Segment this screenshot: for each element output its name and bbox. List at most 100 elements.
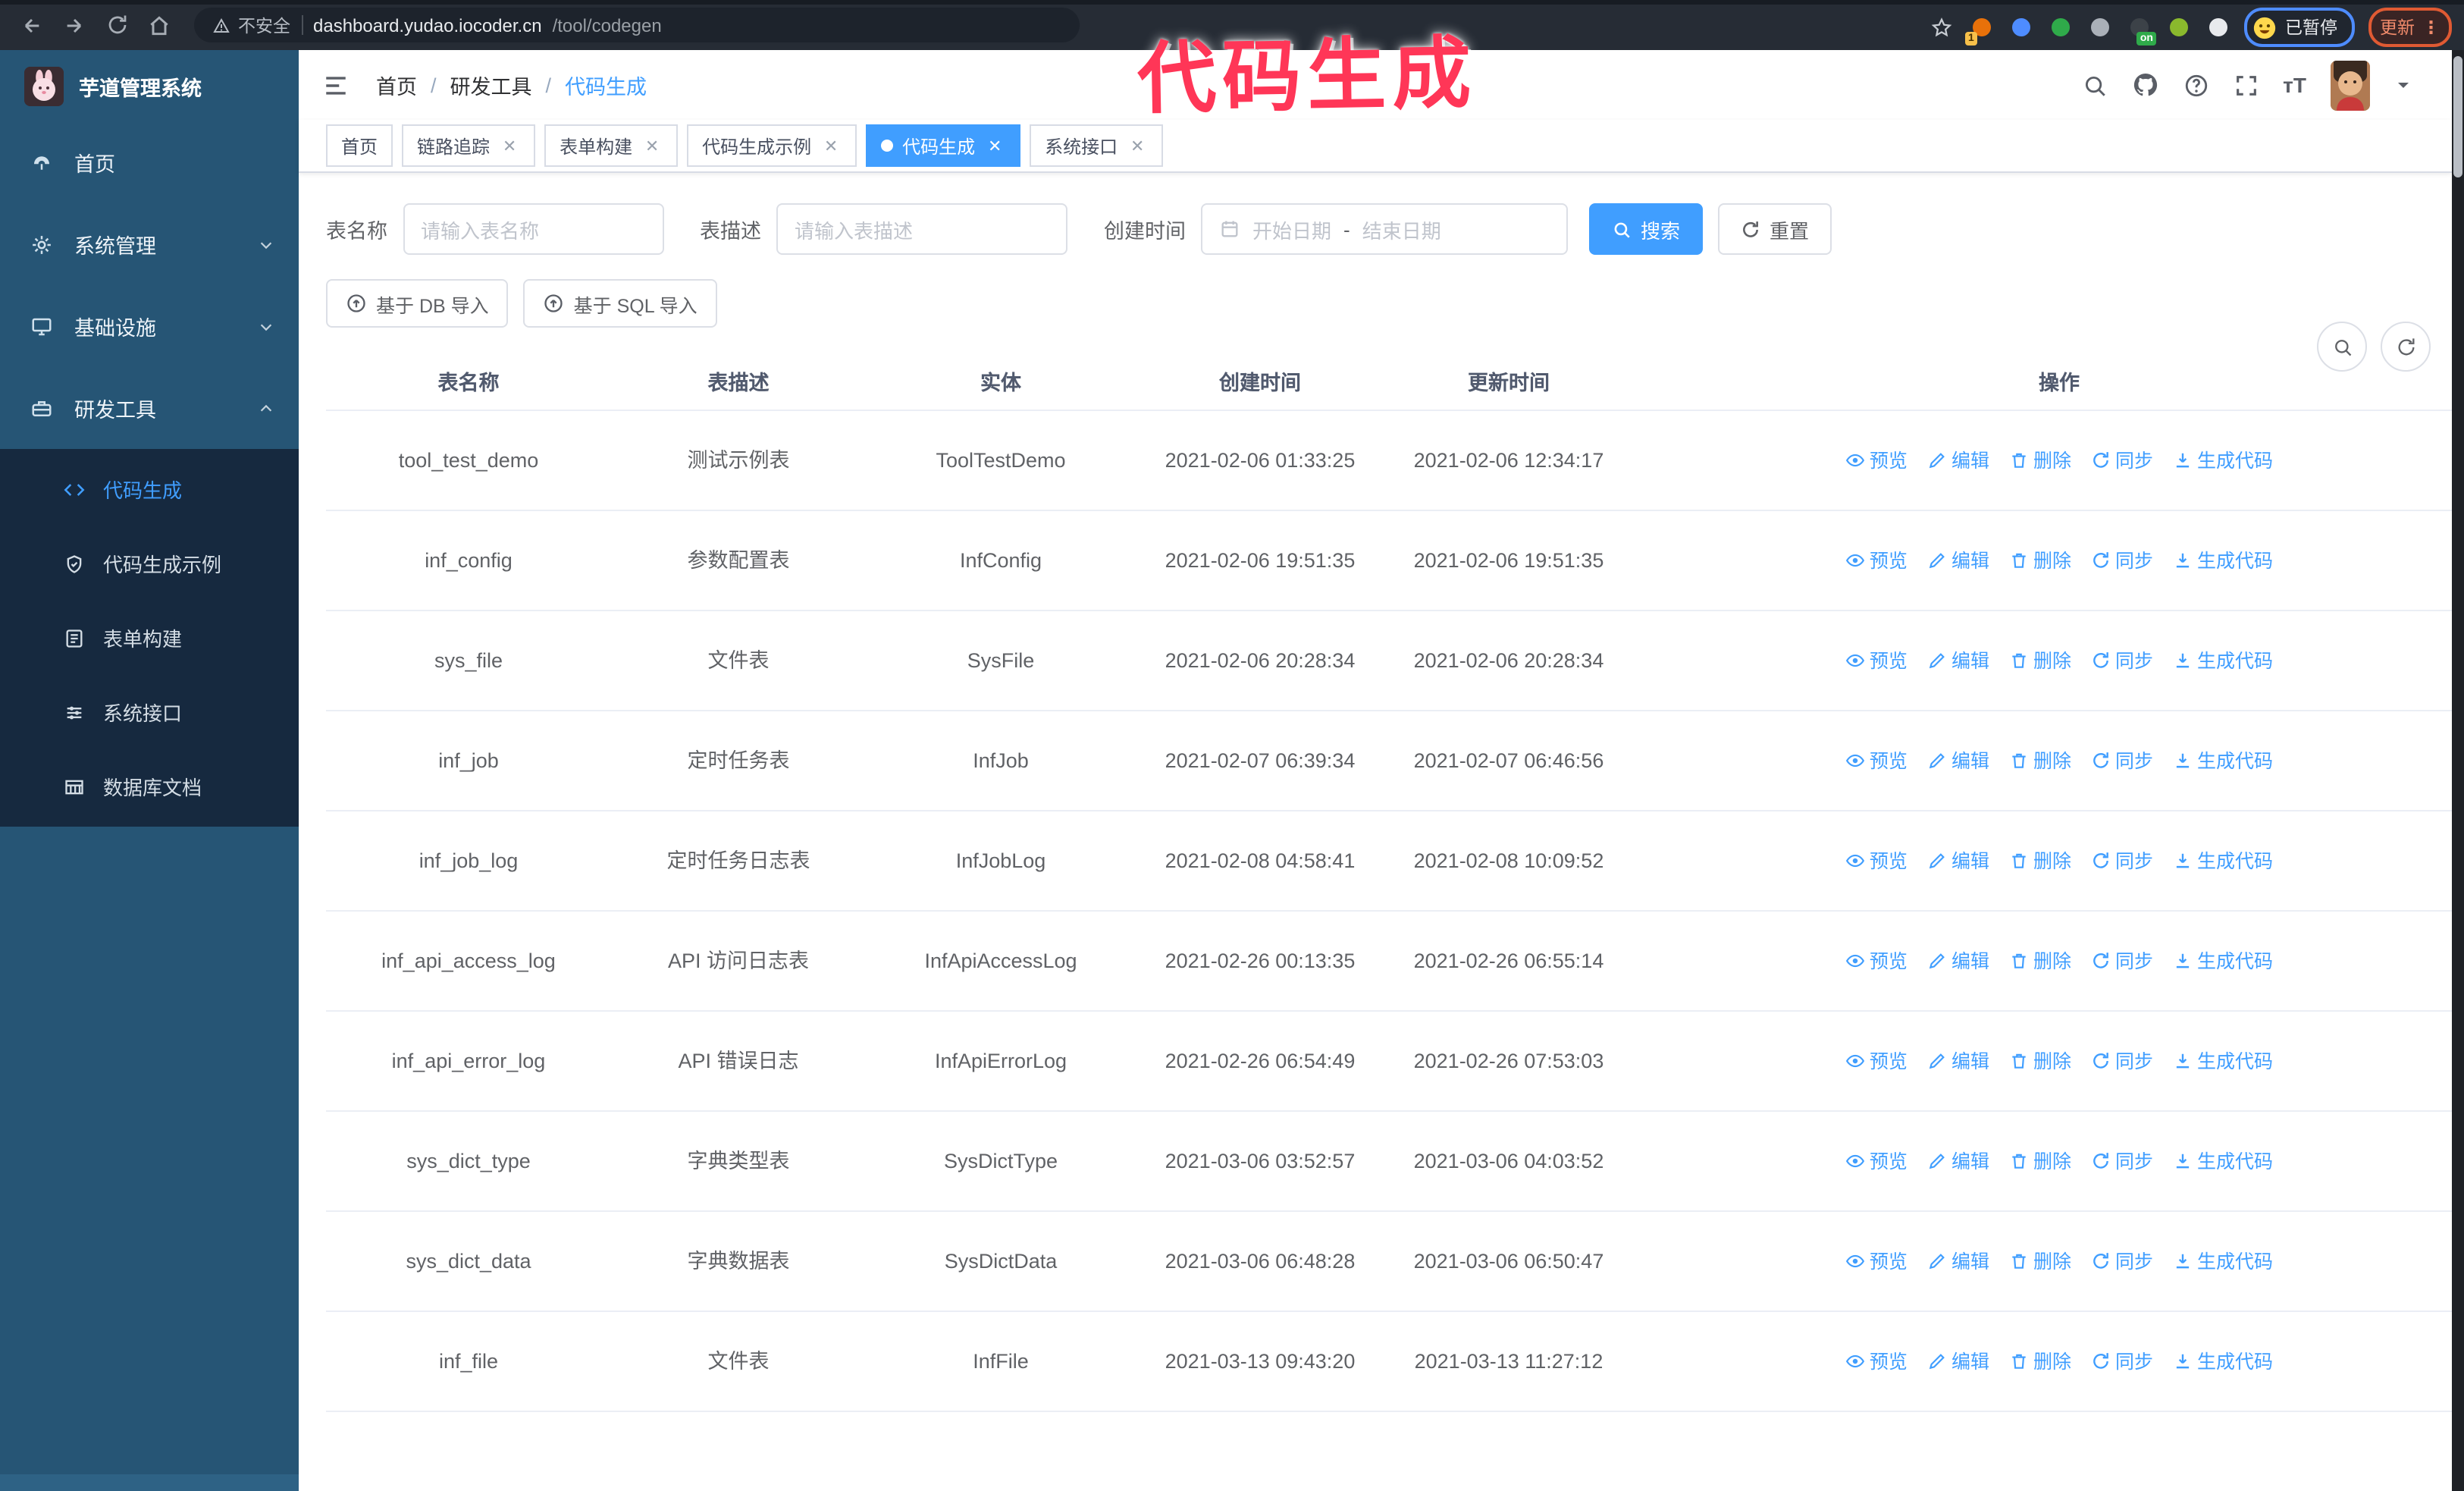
预览-button[interactable]: 预览 xyxy=(1845,1146,1908,1176)
import-db-button[interactable]: 基于 DB 导入 xyxy=(326,279,509,328)
ext-puzzle-icon[interactable] xyxy=(2205,14,2230,40)
ext-blue-gem-icon[interactable] xyxy=(2008,14,2033,40)
同步-button[interactable]: 同步 xyxy=(2091,1346,2153,1376)
tab-代码生成[interactable]: 代码生成 ✕ xyxy=(866,124,1021,167)
app-logo[interactable]: 芋道管理系统 xyxy=(0,50,299,121)
生成代码-button[interactable]: 生成代码 xyxy=(2173,445,2273,476)
删除-button[interactable]: 删除 xyxy=(2009,1146,2071,1176)
tab-代码生成示例[interactable]: 代码生成示例 ✕ xyxy=(687,124,857,167)
browser-forward-icon[interactable] xyxy=(61,11,88,39)
breadcrumb-home[interactable]: 首页 xyxy=(376,70,417,100)
预览-button[interactable]: 预览 xyxy=(1845,1046,1908,1076)
删除-button[interactable]: 删除 xyxy=(2009,946,2071,976)
预览-button[interactable]: 预览 xyxy=(1845,645,1908,676)
删除-button[interactable]: 删除 xyxy=(2009,445,2071,476)
生成代码-button[interactable]: 生成代码 xyxy=(2173,1046,2273,1076)
生成代码-button[interactable]: 生成代码 xyxy=(2173,946,2273,976)
browser-menu-icon[interactable]: ⋮ xyxy=(2422,17,2440,38)
sidebar-collapse-bar[interactable] xyxy=(0,1474,299,1491)
编辑-button[interactable]: 编辑 xyxy=(1927,645,1989,676)
sidebar-item-4[interactable]: 研发工具 xyxy=(0,367,299,449)
删除-button[interactable]: 删除 xyxy=(2009,645,2071,676)
tab-链路追踪[interactable]: 链路追踪 ✕ xyxy=(402,124,536,167)
close-icon[interactable]: ✕ xyxy=(820,135,842,156)
生成代码-button[interactable]: 生成代码 xyxy=(2173,746,2273,776)
browser-reload-icon[interactable] xyxy=(103,11,130,39)
预览-button[interactable]: 预览 xyxy=(1845,1246,1908,1276)
sidebar-item-1[interactable]: 首页 xyxy=(0,121,299,203)
删除-button[interactable]: 删除 xyxy=(2009,1046,2071,1076)
编辑-button[interactable]: 编辑 xyxy=(1927,746,1989,776)
ext-dark-square-icon[interactable]: on xyxy=(2126,14,2156,45)
同步-button[interactable]: 同步 xyxy=(2091,445,2153,476)
sidebar-subitem-代码生成示例[interactable]: 代码生成示例 xyxy=(0,526,299,601)
url-bar[interactable]: 不安全 dashboard.yudao.iocoder.cn/tool/code… xyxy=(194,8,1080,42)
生成代码-button[interactable]: 生成代码 xyxy=(2173,545,2273,576)
同步-button[interactable]: 同步 xyxy=(2091,1046,2153,1076)
编辑-button[interactable]: 编辑 xyxy=(1927,1246,1989,1276)
close-icon[interactable]: ✕ xyxy=(984,135,1005,156)
预览-button[interactable]: 预览 xyxy=(1845,846,1908,876)
toggle-search-button[interactable] xyxy=(2317,322,2367,372)
生成代码-button[interactable]: 生成代码 xyxy=(2173,1246,2273,1276)
help-icon[interactable] xyxy=(2183,72,2209,98)
同步-button[interactable]: 同步 xyxy=(2091,1146,2153,1176)
security-chip[interactable]: 不安全 xyxy=(212,13,290,37)
ext-grid-icon[interactable] xyxy=(2086,14,2112,40)
删除-button[interactable]: 删除 xyxy=(2009,1246,2071,1276)
search-button[interactable]: 搜索 xyxy=(1589,203,1704,255)
同步-button[interactable]: 同步 xyxy=(2091,946,2153,976)
refresh-table-button[interactable] xyxy=(2381,322,2431,372)
编辑-button[interactable]: 编辑 xyxy=(1927,1046,1989,1076)
github-icon[interactable] xyxy=(2131,71,2158,99)
删除-button[interactable]: 删除 xyxy=(2009,846,2071,876)
预览-button[interactable]: 预览 xyxy=(1845,545,1908,576)
ext-orange-circle-icon[interactable]: 1 xyxy=(1965,14,1994,45)
编辑-button[interactable]: 编辑 xyxy=(1927,846,1989,876)
预览-button[interactable]: 预览 xyxy=(1845,445,1908,476)
browser-back-icon[interactable] xyxy=(18,11,45,39)
browser-profile-chip[interactable]: 已暂停 xyxy=(2244,8,2354,47)
search-icon[interactable] xyxy=(2081,72,2107,98)
同步-button[interactable]: 同步 xyxy=(2091,746,2153,776)
tab-首页[interactable]: 首页 xyxy=(326,124,393,167)
预览-button[interactable]: 预览 xyxy=(1845,746,1908,776)
close-icon[interactable]: ✕ xyxy=(1127,135,1148,156)
scrollbar-thumb[interactable] xyxy=(2453,56,2462,177)
编辑-button[interactable]: 编辑 xyxy=(1927,1346,1989,1376)
close-icon[interactable]: ✕ xyxy=(641,135,663,156)
sidebar-subitem-代码生成[interactable]: 代码生成 xyxy=(0,452,299,526)
生成代码-button[interactable]: 生成代码 xyxy=(2173,846,2273,876)
tab-表单构建[interactable]: 表单构建 ✕ xyxy=(544,124,679,167)
close-icon[interactable]: ✕ xyxy=(499,135,520,156)
预览-button[interactable]: 预览 xyxy=(1845,1346,1908,1376)
avatar[interactable] xyxy=(2331,60,2370,110)
sidebar-subitem-数据库文档[interactable]: 数据库文档 xyxy=(0,749,299,824)
同步-button[interactable]: 同步 xyxy=(2091,645,2153,676)
生成代码-button[interactable]: 生成代码 xyxy=(2173,645,2273,676)
编辑-button[interactable]: 编辑 xyxy=(1927,946,1989,976)
同步-button[interactable]: 同步 xyxy=(2091,545,2153,576)
sidebar-item-3[interactable]: 基础设施 xyxy=(0,285,299,367)
预览-button[interactable]: 预览 xyxy=(1845,946,1908,976)
同步-button[interactable]: 同步 xyxy=(2091,1246,2153,1276)
font-size-icon[interactable]: ᴛT xyxy=(2283,73,2306,97)
ext-green-bot-icon[interactable] xyxy=(2165,14,2191,40)
caret-down-icon[interactable] xyxy=(2394,76,2412,94)
scrollbar-track[interactable] xyxy=(2452,50,2464,1491)
reset-button[interactable]: 重置 xyxy=(1718,203,1832,255)
编辑-button[interactable]: 编辑 xyxy=(1927,1146,1989,1176)
browser-home-icon[interactable] xyxy=(146,11,173,39)
sidebar-subitem-表单构建[interactable]: 表单构建 xyxy=(0,601,299,675)
ext-green-check-icon[interactable] xyxy=(2047,14,2073,40)
删除-button[interactable]: 删除 xyxy=(2009,1346,2071,1376)
编辑-button[interactable]: 编辑 xyxy=(1927,545,1989,576)
同步-button[interactable]: 同步 xyxy=(2091,846,2153,876)
bookmark-star-icon[interactable] xyxy=(1927,14,1955,41)
import-sql-button[interactable]: 基于 SQL 导入 xyxy=(523,279,717,328)
fullscreen-icon[interactable] xyxy=(2233,72,2259,98)
sidebar-item-2[interactable]: 系统管理 xyxy=(0,203,299,285)
生成代码-button[interactable]: 生成代码 xyxy=(2173,1146,2273,1176)
sidebar-subitem-系统接口[interactable]: 系统接口 xyxy=(0,675,299,749)
date-range-picker[interactable]: 开始日期 - 结束日期 xyxy=(1201,203,1568,255)
